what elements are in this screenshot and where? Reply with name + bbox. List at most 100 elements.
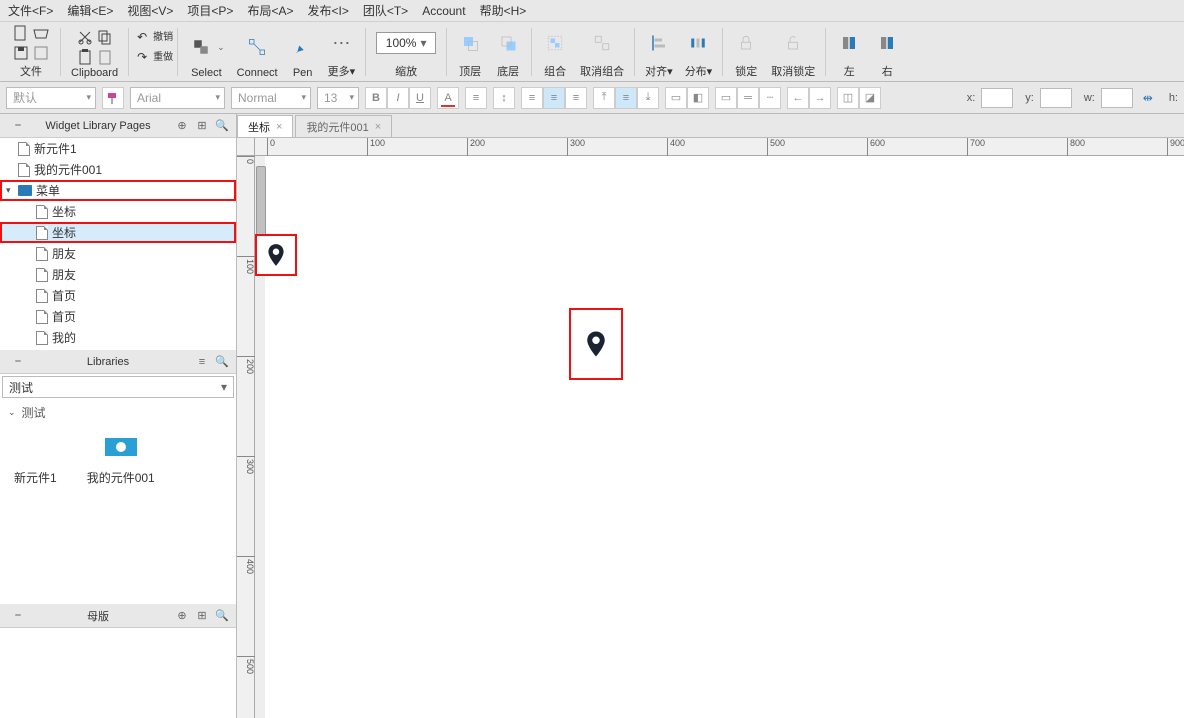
tree-page[interactable]: 坐标: [0, 201, 236, 222]
group-group[interactable]: 组合: [542, 24, 568, 79]
style-painter-icon[interactable]: [102, 87, 124, 109]
menu-project[interactable]: 项目<P>: [187, 2, 233, 19]
group-select[interactable]: ⌄ Select: [188, 28, 225, 79]
paste-icon[interactable]: [76, 48, 94, 66]
collapse-icon[interactable]: ⎯: [10, 354, 26, 370]
valign-top-button[interactable]: ⤒: [593, 87, 615, 109]
w-input[interactable]: [1101, 88, 1133, 108]
menu-arrange[interactable]: 布局<A>: [247, 2, 293, 19]
menu-publish[interactable]: 发布<I>: [307, 2, 348, 19]
tree-page[interactable]: 朋友: [0, 264, 236, 285]
valign-bottom-button[interactable]: ⤓: [637, 87, 659, 109]
align-right-icon[interactable]: [874, 30, 900, 56]
front-icon[interactable]: [457, 30, 483, 56]
menu-file[interactable]: 文件<F>: [8, 2, 53, 19]
search-icon[interactable]: 🔍: [214, 118, 230, 134]
underline-button[interactable]: U: [409, 87, 431, 109]
tree-page[interactable]: 坐标: [0, 222, 236, 243]
group-unlock[interactable]: 取消锁定: [771, 24, 815, 79]
close-icon[interactable]: ×: [276, 121, 282, 133]
group-align[interactable]: 对齐▾: [645, 24, 673, 79]
widget-pin-small[interactable]: [255, 234, 297, 276]
tree-folder[interactable]: ▾菜单: [0, 180, 236, 201]
lib-menu-icon[interactable]: ≡: [194, 354, 210, 370]
group-alignright[interactable]: 右: [874, 24, 900, 79]
group-ungroup[interactable]: 取消组合: [580, 24, 624, 79]
text-color-button[interactable]: A: [437, 87, 459, 109]
menu-account[interactable]: Account: [422, 4, 465, 18]
library-item[interactable]: 新元件1: [14, 433, 57, 486]
ruler-vertical[interactable]: 0100200300400500: [237, 156, 255, 718]
outer-shadow-button[interactable]: ◫: [837, 87, 859, 109]
style-combo[interactable]: 默认: [6, 87, 96, 109]
group-front[interactable]: 顶层: [457, 24, 483, 79]
border-button[interactable]: ▭: [715, 87, 737, 109]
italic-button[interactable]: I: [387, 87, 409, 109]
library-select[interactable]: 测试: [2, 376, 234, 398]
line-style-button[interactable]: ┄: [759, 87, 781, 109]
tree-page[interactable]: 首页: [0, 285, 236, 306]
tree-page[interactable]: 首页: [0, 306, 236, 327]
add-page-icon[interactable]: ⊕: [174, 118, 190, 134]
library-item[interactable]: 我的元件001: [87, 433, 155, 486]
fill-button[interactable]: ▭: [665, 87, 687, 109]
back-icon[interactable]: [495, 30, 521, 56]
group-alignleft[interactable]: 左: [836, 24, 862, 79]
connect-icon[interactable]: [244, 34, 270, 60]
search-icon[interactable]: 🔍: [214, 354, 230, 370]
lock-icon[interactable]: [733, 30, 759, 56]
group-connect[interactable]: Connect: [237, 28, 278, 79]
arrow-start-button[interactable]: ←: [787, 87, 809, 109]
weight-combo[interactable]: Normal: [231, 87, 311, 109]
menu-edit[interactable]: 编辑<E>: [67, 2, 113, 19]
align-center-button[interactable]: ≡: [543, 87, 565, 109]
align-left-button[interactable]: ≡: [521, 87, 543, 109]
library-group[interactable]: ⌄测试: [0, 400, 236, 425]
document-tab[interactable]: 坐标×: [237, 115, 293, 137]
tree-page[interactable]: 我的元件001: [0, 159, 236, 180]
cut-icon[interactable]: [76, 28, 94, 46]
group-back[interactable]: 底层: [495, 24, 521, 79]
gradient-button[interactable]: ◧: [687, 87, 709, 109]
distribute-icon[interactable]: [685, 30, 711, 56]
redo-icon[interactable]: ↷: [133, 48, 151, 66]
group-icon[interactable]: [542, 30, 568, 56]
save-icon[interactable]: [12, 44, 30, 62]
ruler-horizontal[interactable]: 0100200300400500600700800900: [255, 138, 1184, 156]
collapse-icon[interactable]: ⎯: [10, 118, 26, 134]
new-file-icon[interactable]: [12, 24, 30, 42]
font-combo[interactable]: Arial: [130, 87, 225, 109]
add-folder-icon[interactable]: ⊞: [194, 118, 210, 134]
menu-team[interactable]: 团队<T>: [363, 2, 408, 19]
tree-page[interactable]: 朋友: [0, 243, 236, 264]
bold-button[interactable]: B: [365, 87, 387, 109]
valign-middle-button[interactable]: ≡: [615, 87, 637, 109]
group-lock[interactable]: 锁定: [733, 24, 759, 79]
canvas-area[interactable]: 0100200300400500600700800900 01002003004…: [237, 138, 1184, 718]
align-left-icon[interactable]: [836, 30, 862, 56]
more-icon[interactable]: ⋯: [328, 30, 354, 56]
align-icon[interactable]: [646, 30, 672, 56]
save-as-icon[interactable]: [32, 44, 50, 62]
copy-icon[interactable]: [96, 28, 114, 46]
menu-view[interactable]: 视图<V>: [127, 2, 173, 19]
line-width-button[interactable]: ═: [737, 87, 759, 109]
arrow-end-button[interactable]: →: [809, 87, 831, 109]
x-input[interactable]: [981, 88, 1013, 108]
inner-shadow-button[interactable]: ◪: [859, 87, 881, 109]
add-master-icon[interactable]: ⊕: [174, 608, 190, 624]
ungroup-icon[interactable]: [589, 30, 615, 56]
line-spacing-button[interactable]: ↕: [493, 87, 515, 109]
add-master-folder-icon[interactable]: ⊞: [194, 608, 210, 624]
zoom-combo[interactable]: 100% ▾: [376, 32, 436, 54]
canvas[interactable]: [267, 156, 1184, 718]
size-combo[interactable]: 13: [317, 87, 359, 109]
pen-icon[interactable]: [290, 34, 316, 60]
unlock-icon[interactable]: [780, 30, 806, 56]
paste-special-icon[interactable]: [96, 48, 114, 66]
bullets-button[interactable]: ≡: [465, 87, 487, 109]
lock-aspect-icon[interactable]: ⇹: [1139, 89, 1157, 107]
open-file-icon[interactable]: [32, 24, 50, 42]
close-icon[interactable]: ×: [375, 121, 381, 133]
y-input[interactable]: [1040, 88, 1072, 108]
